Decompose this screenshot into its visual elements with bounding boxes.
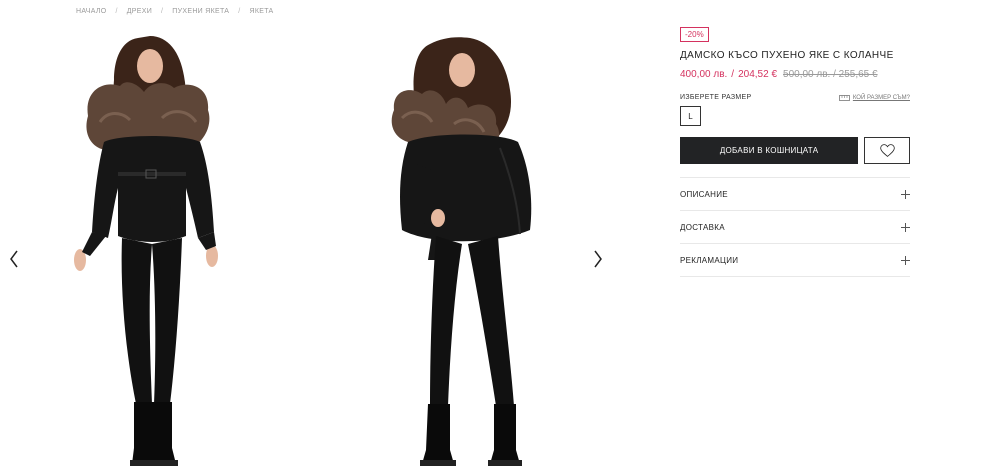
product-photo-front[interactable] (38, 24, 268, 474)
discount-badge: -20% (680, 27, 709, 42)
product-photo-side[interactable] (350, 24, 580, 474)
price-separator: / (731, 69, 735, 80)
accordion-returns[interactable]: РЕКЛАМАЦИИ (680, 244, 910, 277)
breadcrumb-separator: / (115, 8, 118, 15)
chevron-right-icon (594, 250, 602, 268)
model-front-image (74, 36, 218, 466)
product-title: ДАМСКО КЪСО ПУХЕНО ЯКЕ С КОЛАНЧЕ (680, 50, 894, 61)
accordion-label: РЕКЛАМАЦИИ (680, 255, 739, 265)
add-to-cart-button[interactable]: ДОБАВИ В КОШНИЦАТА (680, 137, 859, 164)
gallery-prev-button[interactable] (4, 246, 24, 272)
ruler-icon (838, 94, 850, 101)
size-label: ИЗБЕРЕТЕ РАЗМЕР (680, 94, 752, 101)
accordion-label: ДОСТАВКА (680, 222, 725, 232)
size-header: ИЗБЕРЕТЕ РАЗМЕР КОЙ РАЗМЕР СЪМ? (680, 94, 910, 101)
purchase-actions: ДОБАВИ В КОШНИЦАТА (680, 137, 910, 164)
breadcrumb-home[interactable]: НАЧАЛО (76, 8, 107, 15)
gallery-next-button[interactable] (588, 246, 608, 272)
size-guide-link[interactable]: КОЙ РАЗМЕР СЪМ? (838, 94, 910, 101)
accordion-delivery[interactable]: ДОСТАВКА (680, 211, 910, 244)
breadcrumb-clothes[interactable]: ДРЕХИ (127, 8, 152, 15)
accordion-label: ОПИСАНИЕ (680, 189, 728, 199)
breadcrumb-down-jackets[interactable]: ПУХЕНИ ЯКЕТА (172, 8, 229, 15)
product-accordion: ОПИСАНИЕ ДОСТАВКА РЕКЛАМАЦИИ (680, 177, 910, 277)
model-side-image (391, 37, 532, 466)
product-info-panel: -20% ДАМСКО КЪСО ПУХЕНО ЯКЕ С КОЛАНЧЕ 40… (680, 24, 910, 277)
chevron-left-icon (10, 250, 18, 268)
wishlist-button[interactable] (864, 137, 910, 164)
plus-icon (901, 189, 910, 199)
breadcrumb-separator: / (161, 8, 164, 15)
accordion-description[interactable]: ОПИСАНИЕ (680, 178, 910, 211)
breadcrumb: НАЧАЛО / ДРЕХИ / ПУХЕНИ ЯКЕТА / ЯКЕТА (76, 8, 274, 15)
breadcrumb-separator: / (238, 8, 241, 15)
plus-icon (901, 222, 910, 232)
price-current-eur: 204,52 € (738, 69, 778, 80)
price-current-bgn: 400,00 лв. (680, 69, 728, 80)
size-option-l[interactable]: L (680, 106, 701, 126)
product-gallery (0, 24, 610, 474)
size-guide-label: КОЙ РАЗМЕР СЪМ? (852, 94, 910, 101)
price-old: 500,00 лв. / 255,65 € (783, 69, 878, 80)
breadcrumb-jackets[interactable]: ЯКЕТА (250, 8, 274, 15)
heart-icon (879, 144, 895, 157)
plus-icon (901, 255, 910, 265)
price-row: 400,00 лв. / 204,52 € 500,00 лв. / 255,6… (680, 69, 910, 80)
